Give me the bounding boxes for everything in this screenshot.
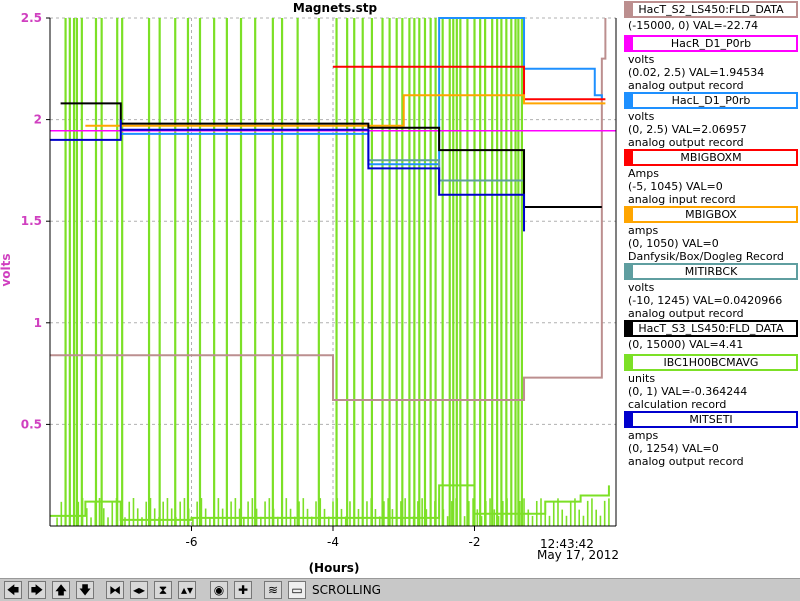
- y-tick-label: 2: [34, 113, 42, 127]
- y-tick-label: 0.5: [21, 417, 42, 431]
- series-line-2: [120, 17, 603, 185]
- end-date-label: May 17, 2012: [537, 548, 619, 562]
- y-tick-label: 1: [34, 316, 42, 330]
- zoom-out-y-button[interactable]: ▴▾: [178, 581, 196, 599]
- arrow-down-button[interactable]: 🡇: [76, 581, 94, 599]
- legend-swatch: [626, 413, 633, 426]
- y-tick-label: 2.5: [21, 11, 42, 25]
- scroll-button[interactable]: ▭: [288, 581, 306, 599]
- status-text: SCROLLING: [312, 583, 381, 597]
- legend-title[interactable]: HacL_D1_P0rb: [624, 92, 798, 109]
- y-axis-label: volts: [0, 253, 13, 286]
- legend-entry[interactable]: HacT_S2_LS450:FLD_DATA (-15000, 0) VAL=-2…: [622, 0, 800, 34]
- legend-entry[interactable]: MBIGBOX amps (0, 1050) VAL=0 Danfysik/Box/D…: [622, 205, 800, 263]
- legend-range: (0, 1254) VAL=0: [628, 442, 719, 455]
- legend-swatch: [626, 94, 633, 107]
- legend-range: (0.02, 2.5) VAL=1.94534: [628, 66, 765, 79]
- legend-title-text: HacL_D1_P0rb: [671, 94, 751, 107]
- x-axis-label: (Hours): [309, 561, 360, 575]
- toolbar: 🡄 🡆 🡅 🡇 ⧓ ◂▸ ⧗ ▴▾ ◉ ✚ ≋ ▭ SCROLLING: [0, 578, 800, 601]
- autoscale-button[interactable]: ≋: [264, 581, 282, 599]
- legend-title[interactable]: IBC1H00BCMAVG: [624, 354, 798, 371]
- legend-units: volts: [628, 53, 655, 66]
- record-button[interactable]: ◉: [210, 581, 228, 599]
- crosshair-button[interactable]: ✚: [234, 581, 252, 599]
- legend-title[interactable]: MITIRBCK: [624, 263, 798, 280]
- legend-entry[interactable]: HacR_D1_P0rbvolts (0.02, 2.5) VAL=1.94534…: [622, 34, 800, 92]
- legend-units: amps: [628, 429, 659, 442]
- grid-lines: [50, 17, 616, 526]
- legend-desc: analog output record: [628, 455, 744, 468]
- legend-swatch: [626, 151, 633, 164]
- legend-swatch: [626, 3, 633, 16]
- legend-title[interactable]: HacR_D1_P0rb: [624, 35, 798, 52]
- legend-title[interactable]: HacT_S2_LS450:FLD_DATA: [624, 1, 798, 18]
- legend-title[interactable]: MBIGBOX: [624, 206, 798, 223]
- series-line-6: [60, 102, 602, 208]
- arrow-right-button[interactable]: 🡆: [28, 581, 46, 599]
- legend-entry[interactable]: HacT_S3_LS450:FLD_DATA (0, 15000) VAL=4.4…: [622, 319, 800, 353]
- chart-title: Magnets.stp: [293, 1, 378, 15]
- arrow-up-button[interactable]: 🡅: [52, 581, 70, 599]
- legend-title[interactable]: MBIGBOXM: [624, 149, 798, 166]
- legend-title-text: MITIRBCK: [684, 265, 738, 278]
- legend-entry[interactable]: HacL_D1_P0rb volts (0, 2.5) VAL=2.06957 ana…: [622, 91, 800, 149]
- legend-units: amps: [628, 224, 659, 237]
- legend-swatch: [626, 356, 633, 369]
- legend-panel: HacT_S2_LS450:FLD_DATA (-15000, 0) VAL=-2…: [622, 0, 800, 468]
- legend-range: (-10, 1245) VAL=0.0420966: [628, 294, 783, 307]
- legend-swatch: [626, 265, 633, 278]
- legend-title-text: HacT_S3_LS450:FLD_DATA: [638, 322, 784, 335]
- legend-title-text: IBC1H00BCMAVG: [663, 356, 759, 369]
- legend-units: units: [628, 372, 656, 385]
- legend-title-text: MBIGBOXM: [680, 151, 742, 164]
- legend-range: (0, 2.5) VAL=2.06957: [628, 123, 747, 136]
- y-ticks: 0.5 1 1.5 2 2.5: [21, 11, 50, 431]
- zoom-in-x-button[interactable]: ⧓: [106, 581, 124, 599]
- legend-range: (-5, 1045) VAL=0: [628, 180, 723, 193]
- legend-entry[interactable]: MITSETI amps (0, 1254) VAL=0 analog output …: [622, 410, 800, 468]
- legend-range: (0, 15000) VAL=4.41: [628, 338, 744, 351]
- legend-title[interactable]: MITSETI: [624, 411, 798, 428]
- x-tick-label: -4: [327, 535, 339, 549]
- legend-entry[interactable]: IBC1H00BCMAVG units (0, 1) VAL=-0.364244 ca…: [622, 353, 800, 411]
- legend-title-text: HacT_S2_LS450:FLD_DATA: [638, 3, 784, 16]
- zoom-out-x-button[interactable]: ◂▸: [130, 581, 148, 599]
- legend-units: volts: [628, 281, 655, 294]
- x-tick-label: -2: [469, 535, 481, 549]
- arrow-left-button[interactable]: 🡄: [4, 581, 22, 599]
- zoom-in-y-button[interactable]: ⧗: [154, 581, 172, 599]
- legend-range: (0, 1050) VAL=0: [628, 237, 719, 250]
- legend-range: (0, 1) VAL=-0.364244: [628, 385, 748, 398]
- legend-units: volts: [628, 110, 655, 123]
- legend-swatch: [626, 208, 633, 221]
- legend-title-text: MITSETI: [689, 413, 733, 426]
- legend-title[interactable]: HacT_S3_LS450:FLD_DATA: [624, 320, 798, 337]
- x-ticks: -6 -4 -2: [186, 526, 481, 549]
- legend-range: (-15000, 0) VAL=-22.74: [628, 19, 759, 32]
- legend-swatch: [626, 322, 633, 335]
- legend-units: Amps: [628, 167, 659, 180]
- legend-entry[interactable]: MBIGBOXM Amps (-5, 1045) VAL=0 analog input…: [622, 148, 800, 206]
- y-tick-label: 1.5: [21, 214, 42, 228]
- legend-title-text: HacR_D1_P0rb: [670, 37, 752, 50]
- x-tick-label: -6: [186, 535, 198, 549]
- legend-entry[interactable]: MITIRBCK volts (-10, 1245) VAL=0.0420966 an…: [622, 262, 800, 320]
- legend-title-text: MBIGBOX: [685, 208, 737, 221]
- legend-swatch: [626, 37, 633, 50]
